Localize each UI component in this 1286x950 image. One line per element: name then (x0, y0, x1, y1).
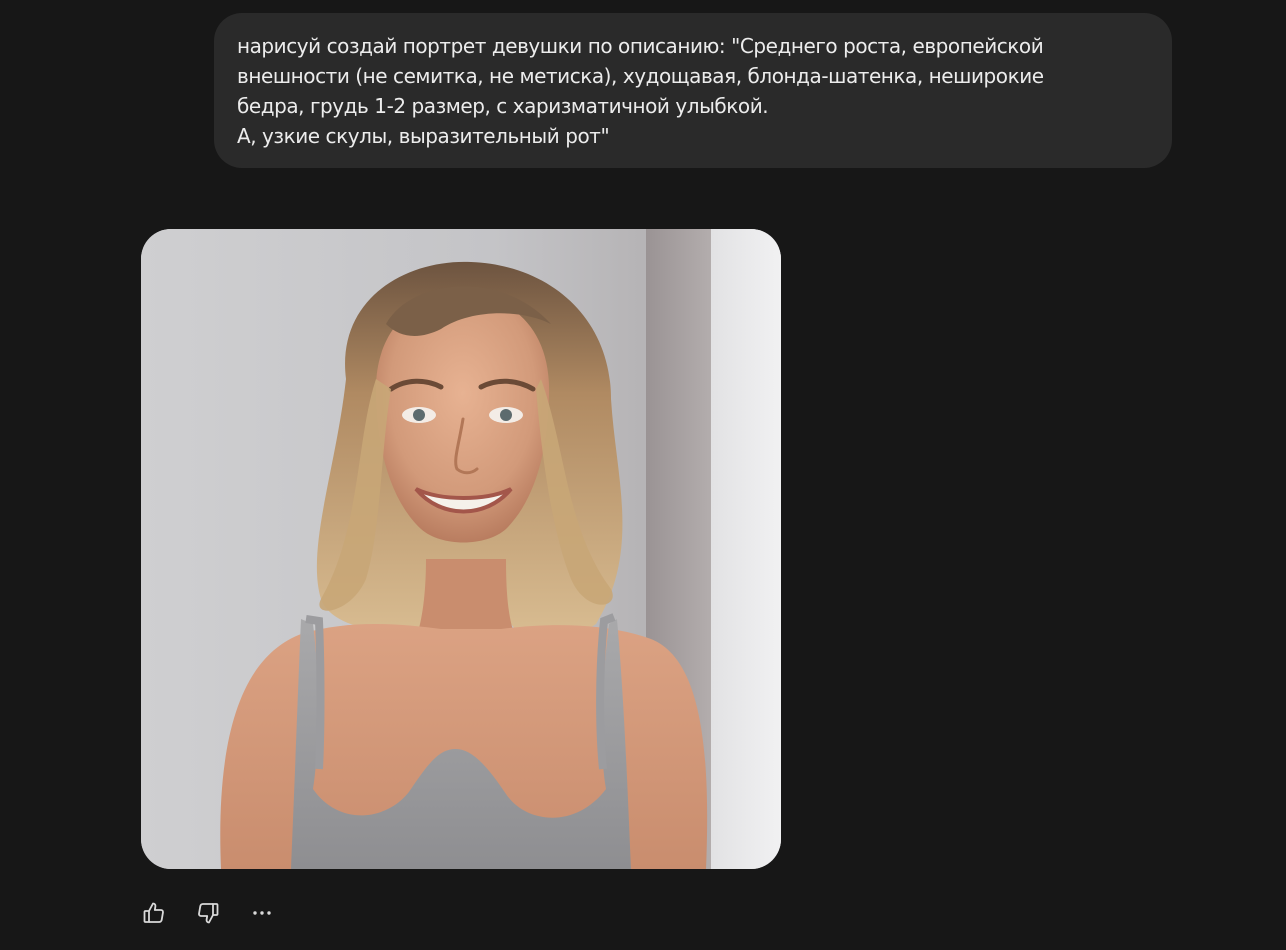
more-options-button[interactable] (249, 898, 275, 928)
portrait-illustration (141, 229, 781, 869)
message-actions (141, 898, 303, 928)
more-horizontal-icon (253, 911, 271, 915)
user-message-line: А, узкие скулы, выразительный рот" (237, 124, 610, 148)
dislike-button[interactable] (195, 898, 221, 928)
user-message-line: внешности (не семитка, не метиска), худо… (237, 64, 1044, 88)
user-message-bubble: нарисуй создай портрет девушки по описан… (214, 13, 1172, 168)
user-message-line: бедра, грудь 1-2 размер, с харизматичной… (237, 94, 769, 118)
thumbs-up-icon (143, 902, 164, 923)
thumbs-down-icon (198, 903, 219, 924)
like-button[interactable] (141, 898, 167, 928)
user-message-line: нарисуй создай портрет девушки по описан… (237, 34, 1044, 58)
generated-portrait-image[interactable] (141, 229, 781, 869)
chat-page: нарисуй создай портрет девушки по описан… (0, 0, 1286, 950)
